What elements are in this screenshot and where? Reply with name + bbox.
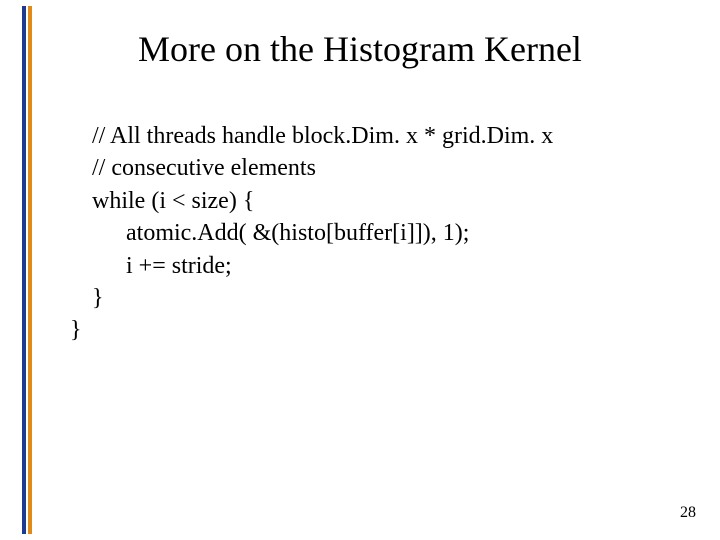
- accent-bar-orange: [28, 6, 32, 534]
- code-line: i += stride;: [70, 250, 680, 282]
- code-line: // consecutive elements: [70, 152, 680, 184]
- slide-title: More on the Histogram Kernel: [0, 28, 720, 70]
- accent-bar-blue: [22, 6, 26, 534]
- accent-bars: [22, 6, 38, 534]
- page-number: 28: [680, 504, 696, 522]
- code-block: // All threads handle block.Dim. x * gri…: [70, 120, 680, 347]
- code-line: }: [70, 314, 680, 346]
- code-line: while (i < size) {: [70, 185, 680, 217]
- code-line: atomic.Add( &(histo[buffer[i]]), 1);: [70, 217, 680, 249]
- code-line: // All threads handle block.Dim. x * gri…: [70, 120, 680, 152]
- code-line: }: [70, 282, 680, 314]
